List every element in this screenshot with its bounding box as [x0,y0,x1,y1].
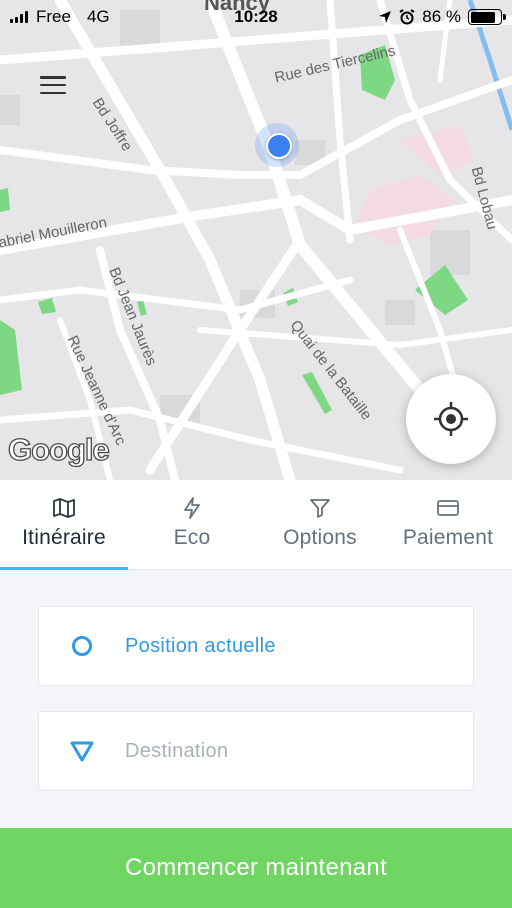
alarm-icon [399,9,415,25]
tab-label: Paiement [402,526,494,549]
tab-bar: Itinéraire Eco Options Paiement [0,480,512,571]
current-location-marker [255,123,299,167]
tab-label: Itinéraire [22,526,106,549]
start-now-button[interactable]: Commencer maintenant [0,828,512,908]
lightning-icon [184,497,200,519]
destination-placeholder: Destination [125,739,229,762]
menu-icon[interactable] [38,72,68,98]
location-arrow-icon [379,11,392,23]
recenter-location-button[interactable] [406,374,496,464]
battery-icon [468,9,506,25]
google-logo: Google [7,431,110,467]
origin-field[interactable]: Position actuelle [38,606,474,686]
tab-paiement[interactable]: Paiement [384,480,512,570]
map-view[interactable]: Nancy Rue des Tiercelins Bd Joffre Bd Lo… [0,0,512,480]
tab-label: Options [283,526,357,549]
card-icon [437,500,459,516]
origin-circle-icon [72,636,92,656]
tab-options[interactable]: Options [256,480,384,570]
origin-value: Position actuelle [125,634,276,657]
tab-eco[interactable]: Eco [128,480,256,570]
route-form: Position actuelle Destination [0,570,512,828]
destination-triangle-icon [70,741,94,762]
battery-percent: 86 % [422,7,461,26]
tab-label: Eco [173,526,211,549]
status-bar: Free 4G 10:28 86 % [0,0,512,34]
tab-itineraire[interactable]: Itinéraire [0,480,128,571]
crosshair-icon [434,402,468,436]
map-icon [53,498,75,518]
filter-icon [310,499,330,518]
destination-field[interactable]: Destination [38,711,474,791]
